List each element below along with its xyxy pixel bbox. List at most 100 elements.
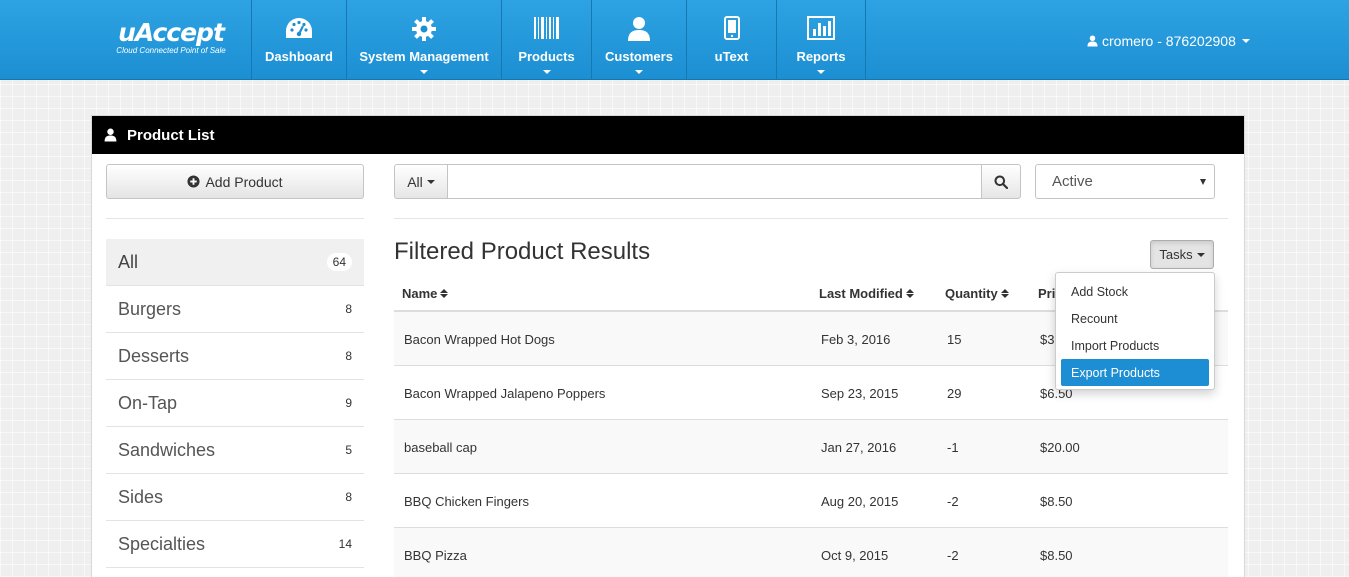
search-scope-label: All (407, 173, 423, 190)
cell-quantity: 15 (947, 332, 962, 347)
add-product-label: Add Product (205, 173, 283, 190)
column-header-quantity[interactable]: Quantity (945, 286, 1009, 301)
table-row[interactable]: BBQ Chicken Fingers Aug 20, 2015 -2 $8.5… (394, 474, 1228, 528)
brand-logo[interactable]: uAccept Cloud Connected Point of Sale (96, 18, 246, 68)
menu-item-recount[interactable]: Recount (1061, 305, 1209, 332)
menu-item-import-products[interactable]: Import Products (1061, 332, 1209, 359)
cell-name: baseball cap (404, 440, 477, 455)
cell-quantity: -1 (947, 440, 959, 455)
chevron-down-icon (817, 70, 825, 74)
user-menu[interactable]: cromero - 876202908 (1087, 33, 1250, 49)
category-specialties[interactable]: Specialties 14 (106, 521, 364, 568)
cell-quantity: 29 (947, 386, 962, 401)
category-count-badge: 8 (345, 302, 352, 316)
caret-down-icon (1196, 252, 1205, 257)
column-header-label: Quantity (945, 286, 998, 301)
results-title: Filtered Product Results (394, 238, 651, 265)
column-header-label: Last Modified (819, 286, 903, 301)
cell-name: Bacon Wrapped Hot Dogs (404, 332, 555, 347)
cell-price: $20.00 (1040, 440, 1080, 455)
nav-label: Reports (796, 49, 846, 64)
category-label: All (118, 251, 139, 272)
column-header-name[interactable]: Name (402, 286, 449, 301)
category-label: Sandwiches (118, 439, 216, 460)
tasks-label: Tasks (1159, 247, 1193, 262)
category-label: Sides (118, 486, 164, 507)
cell-price: $8.50 (1040, 494, 1073, 509)
status-filter-value: Active (1052, 173, 1093, 190)
nav-label: uText (714, 49, 749, 64)
select-arrow-icon (1200, 179, 1206, 185)
divider (106, 218, 364, 219)
category-sandwiches[interactable]: Sandwiches 5 (106, 427, 364, 474)
status-filter-select[interactable]: Active (1035, 164, 1215, 199)
search-scope-dropdown[interactable]: All (394, 164, 448, 199)
panel-title: Product List (127, 126, 215, 144)
table-row[interactable]: baseball cap Jan 27, 2016 -1 $20.00 (394, 420, 1228, 474)
cell-modified: Oct 9, 2015 (821, 548, 889, 563)
cell-price: $8.50 (1040, 548, 1073, 563)
category-list: All 64 Burgers 8 Desserts 8 On-Tap 9 San… (106, 239, 364, 568)
menu-item-add-stock[interactable]: Add Stock (1061, 278, 1209, 305)
category-on-tap[interactable]: On-Tap 9 (106, 380, 364, 427)
nav-system-management[interactable]: System Management (346, 0, 501, 80)
category-count-badge: 5 (345, 443, 352, 457)
mobile-phone-icon (723, 16, 740, 45)
category-desserts[interactable]: Desserts 8 (106, 333, 364, 380)
user-label: cromero - 876202908 (1102, 33, 1236, 49)
category-count-badge: 64 (326, 253, 352, 271)
tasks-dropdown-button[interactable]: Tasks (1150, 240, 1214, 269)
category-count-badge: 9 (345, 396, 352, 410)
category-label: Specialties (118, 533, 206, 554)
brand-tagline: Cloud Connected Point of Sale (116, 46, 226, 55)
user-icon (1087, 35, 1098, 47)
cell-price: $3 (1040, 332, 1055, 347)
nav-dashboard[interactable]: Dashboard (251, 0, 346, 80)
chevron-down-icon (542, 70, 551, 74)
category-count-badge: 8 (345, 490, 352, 504)
column-header-label: Name (402, 286, 438, 301)
nav-label: Products (518, 49, 575, 64)
dashboard-gauge-icon (284, 16, 314, 47)
sort-icon (905, 289, 914, 298)
category-all[interactable]: All 64 (106, 239, 364, 286)
barcode-icon (533, 16, 561, 45)
nav-label: Dashboard (265, 49, 333, 64)
search-button[interactable] (981, 164, 1021, 199)
category-burgers[interactable]: Burgers 8 (106, 286, 364, 333)
nav-label: Customers (605, 49, 673, 64)
category-count-badge: 8 (345, 349, 352, 363)
chevron-down-icon (420, 70, 428, 74)
plus-circle-icon (187, 175, 201, 188)
category-label: Desserts (118, 345, 190, 366)
table-row[interactable]: BBQ Pizza Oct 9, 2015 -2 $8.50 (394, 528, 1228, 577)
add-product-button[interactable]: Add Product (106, 164, 364, 199)
search-icon (994, 175, 1008, 189)
search-input[interactable] (448, 164, 982, 199)
cell-quantity: -2 (947, 494, 959, 509)
brand-name: uAccept (118, 18, 225, 47)
column-header-last-modified[interactable]: Last Modified (819, 286, 914, 301)
category-sides[interactable]: Sides 8 (106, 474, 364, 521)
panel-header: Product List (92, 116, 1244, 154)
cell-modified: Feb 3, 2016 (821, 332, 891, 347)
category-label: Burgers (118, 298, 182, 319)
caret-down-icon (426, 179, 435, 184)
divider (394, 218, 1228, 219)
nav-customers[interactable]: Customers (591, 0, 686, 80)
gear-icon (411, 16, 437, 47)
chevron-down-icon (635, 70, 643, 74)
column-header-price[interactable]: Pri (1038, 286, 1055, 301)
chevron-down-icon (1241, 39, 1250, 43)
menu-item-export-products[interactable]: Export Products (1061, 359, 1209, 386)
cell-modified: Jan 27, 2016 (821, 440, 897, 455)
product-list-panel: Product List Add Product All 64 Burgers … (91, 115, 1245, 577)
nav-utext[interactable]: uText (686, 0, 776, 80)
cell-modified: Aug 20, 2015 (821, 494, 899, 509)
cell-name: Bacon Wrapped Jalapeno Poppers (404, 386, 606, 401)
cell-name: BBQ Pizza (404, 548, 467, 563)
nav-products[interactable]: Products (501, 0, 591, 80)
tasks-dropdown-menu: Add Stock Recount Import Products Export… (1055, 272, 1215, 390)
user-icon (627, 16, 651, 47)
nav-reports[interactable]: Reports (776, 0, 866, 80)
